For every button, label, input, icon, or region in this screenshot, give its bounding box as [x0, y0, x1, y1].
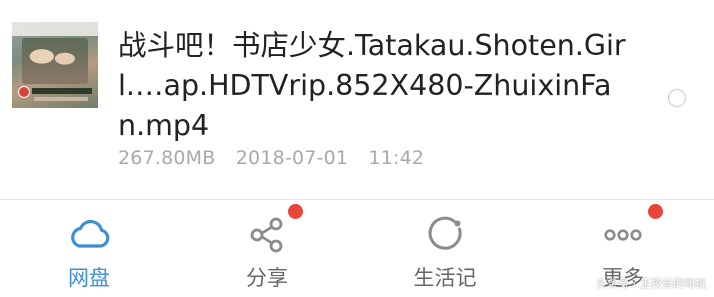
- more-dots-icon: [604, 229, 642, 241]
- bottom-tab-bar: 网盘 分享 生活记 更多 头条号 / 王校长的司机: [0, 200, 714, 297]
- tab-life-record[interactable]: 生活记: [356, 200, 534, 297]
- file-name: 战斗吧！书店少女.Tatakau.Shoten.Girl.…ap.HDTVrip…: [118, 29, 626, 142]
- file-list-item[interactable]: 战斗吧！书店少女.Tatakau.Shoten.Girl.…ap.HDTVrip…: [0, 0, 714, 198]
- tab-cloud-drive[interactable]: 网盘: [0, 200, 178, 297]
- notification-dot: [648, 204, 663, 219]
- tab-label: 网盘: [68, 266, 110, 290]
- video-thumbnail[interactable]: [12, 22, 98, 108]
- share-icon: [250, 217, 283, 253]
- file-date: 2018-07-01: [235, 147, 349, 169]
- cloud-icon: [71, 219, 110, 248]
- watermark: 头条号 / 王校长的司机: [596, 277, 706, 290]
- tab-label: 生活记: [413, 266, 477, 290]
- notification-dot: [288, 204, 303, 219]
- file-size: 267.80MB: [118, 147, 216, 169]
- circle-record-icon: [428, 216, 462, 250]
- file-meta: 267.80MB 2018-07-01 11:42: [118, 147, 424, 169]
- tab-label: 分享: [246, 266, 288, 290]
- select-radio-button[interactable]: [668, 89, 686, 107]
- file-time: 11:42: [368, 147, 425, 169]
- tab-share[interactable]: 分享: [178, 200, 356, 297]
